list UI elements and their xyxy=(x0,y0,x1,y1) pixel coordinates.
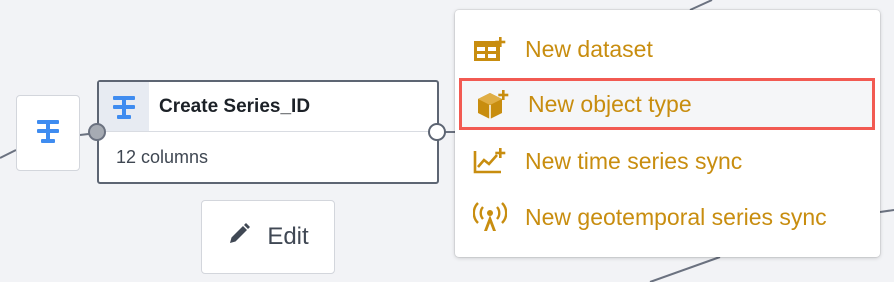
add-object-type-icon xyxy=(475,89,511,119)
menu-item-label: New time series sync xyxy=(525,147,743,174)
node-header: Create Series_ID xyxy=(99,82,437,132)
menu-item-label: New geotemporal series sync xyxy=(525,203,827,230)
pencil-icon xyxy=(227,222,251,253)
add-time-series-icon xyxy=(472,146,508,176)
transform-node[interactable]: Create Series_ID 12 columns xyxy=(97,80,439,184)
node-column-count: 12 columns xyxy=(116,147,209,167)
input-port[interactable] xyxy=(88,123,106,141)
edit-button-label: Edit xyxy=(267,223,309,250)
node-title: Create Series_ID xyxy=(159,95,311,117)
menu-item-new-dataset[interactable]: New dataset xyxy=(459,24,875,74)
menu-item-label: New object type xyxy=(528,90,692,117)
source-node[interactable] xyxy=(16,95,80,171)
add-dataset-icon xyxy=(472,34,508,64)
menu-item-new-geotemporal-series-sync[interactable]: New geotemporal series sync xyxy=(459,192,875,242)
menu-item-new-time-series-sync[interactable]: New time series sync xyxy=(459,136,875,186)
edit-button[interactable]: Edit xyxy=(201,200,335,274)
transform-table-icon xyxy=(99,82,149,131)
add-output-menu: New dataset New object type New time ser… xyxy=(455,10,880,257)
transform-table-icon xyxy=(36,118,60,149)
output-port[interactable] xyxy=(428,123,446,141)
geotemporal-antenna-icon xyxy=(472,202,508,232)
menu-item-label: New dataset xyxy=(525,35,653,62)
menu-item-new-object-type[interactable]: New object type xyxy=(459,78,875,130)
